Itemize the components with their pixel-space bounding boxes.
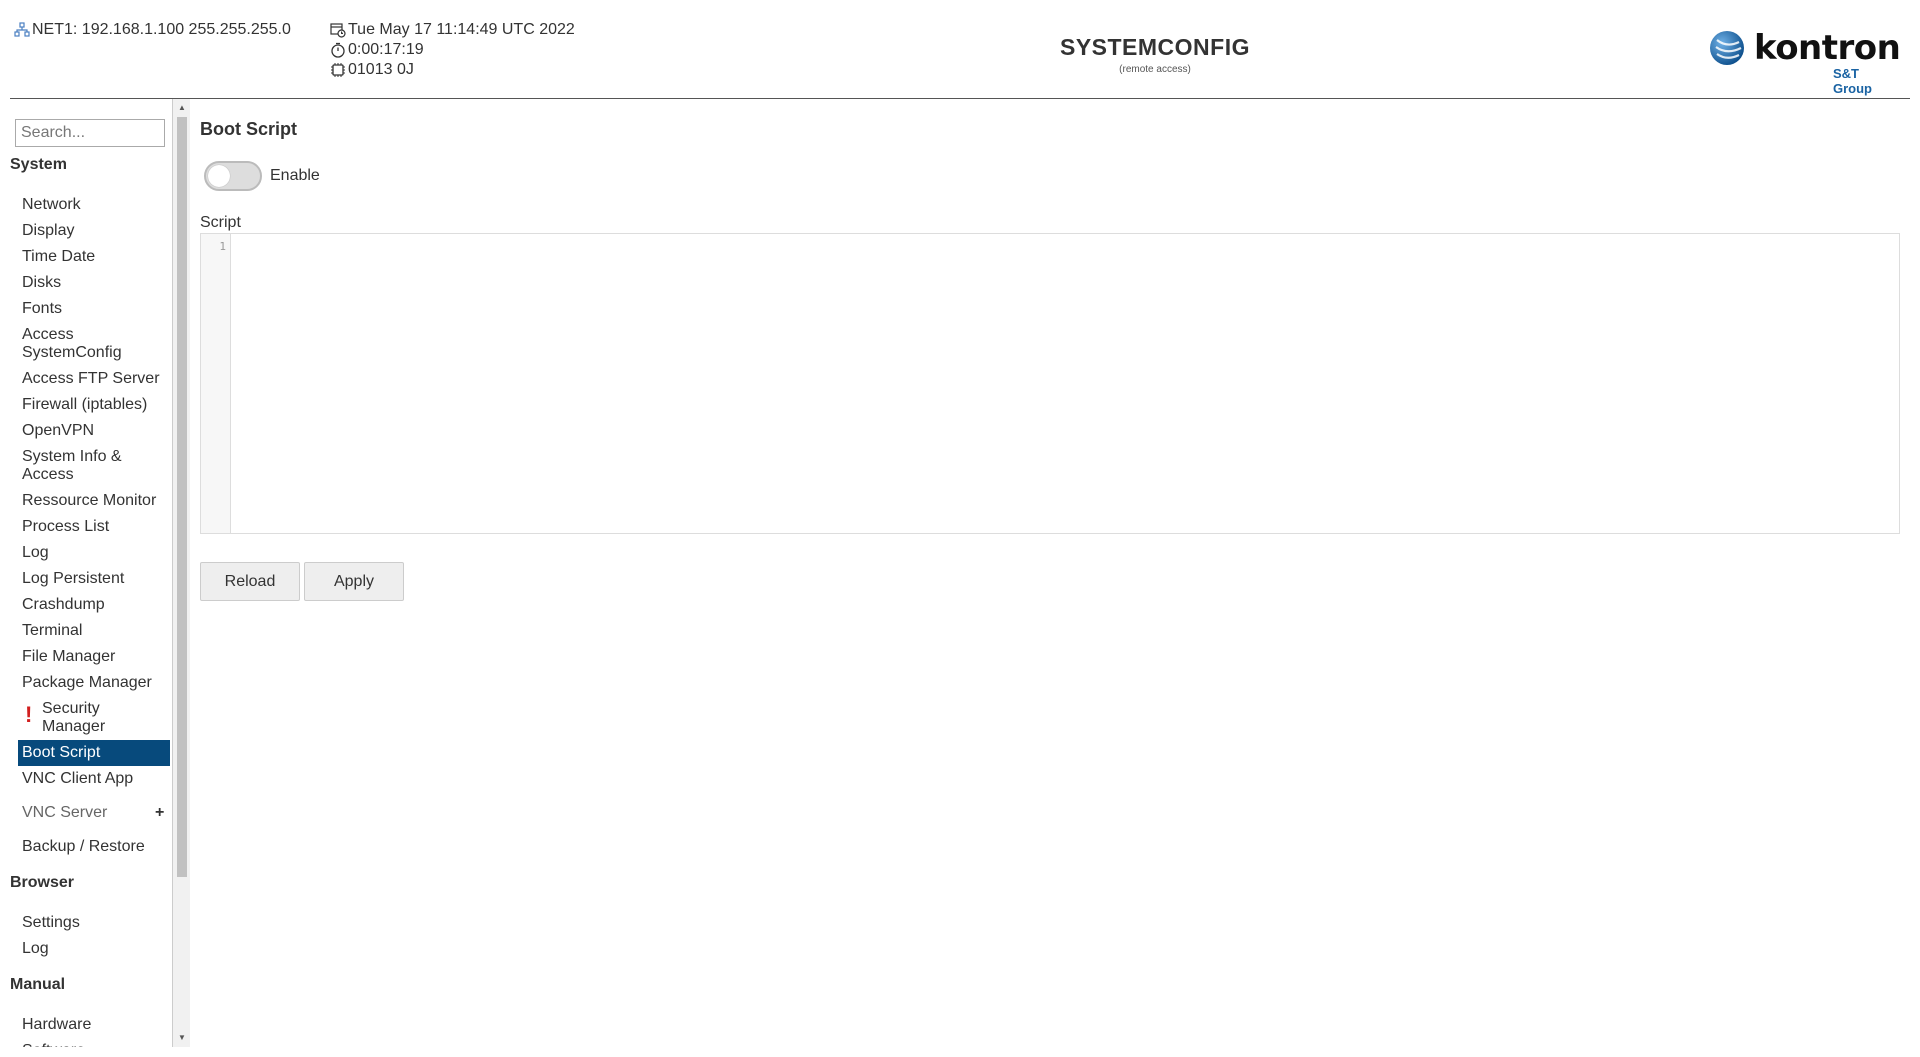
line-number: 1: [219, 240, 226, 253]
uptime-text: 0:00:17:19: [348, 41, 424, 58]
sidebar-item-browser-settings[interactable]: Settings: [18, 910, 170, 936]
kontron-logo: kontron S&T Group: [1709, 28, 1901, 96]
sidebar-item-vnc-client-app[interactable]: VNC Client App: [18, 766, 170, 792]
calendar-clock-icon: [330, 22, 346, 38]
sidebar-item-vnc-server[interactable]: VNC Server: [18, 800, 138, 826]
uptime-line: 0:00:17:19: [330, 40, 575, 60]
device-id-text: 01013 0J: [348, 61, 414, 78]
sidebar-item-security-manager[interactable]: Security Manager: [38, 696, 138, 740]
sidebar-item-file-manager[interactable]: File Manager: [18, 644, 170, 670]
app-subtitle: (remote access): [1119, 64, 1191, 75]
sidebar-item-backup-restore[interactable]: Backup / Restore: [18, 834, 170, 860]
main-content: Boot Script Enable Script 1 Reload Apply: [200, 99, 1910, 1047]
datetime-text: Tue May 17 11:14:49 UTC 2022: [348, 21, 575, 38]
sidebar-item-disks[interactable]: Disks: [18, 270, 170, 296]
sidebar-item-time-date[interactable]: Time Date: [18, 244, 170, 270]
enable-label: Enable: [270, 167, 320, 184]
enable-toggle[interactable]: [204, 161, 262, 191]
logo-sub: S&T Group: [1833, 66, 1872, 96]
sidebar-item-system-info[interactable]: System Info & Access: [18, 444, 136, 488]
sidebar-item-browser-log[interactable]: Log: [18, 936, 170, 962]
sidebar-item-network[interactable]: Network: [18, 192, 170, 218]
sidebar-scrollbar[interactable]: ▲ ▼: [172, 99, 190, 1047]
sidebar-item-hardware[interactable]: Hardware: [18, 1012, 170, 1038]
sidebar-item-ressource-monitor[interactable]: Ressource Monitor: [18, 488, 170, 514]
sidebar-item-access-systemconfig[interactable]: Access SystemConfig: [18, 322, 136, 366]
sidebar-item-access-ftp-server[interactable]: Access FTP Server: [18, 366, 170, 392]
warning-icon: !: [25, 702, 33, 727]
network-info-text: NET1: 192.168.1.100 255.255.255.0: [32, 21, 291, 38]
section-browser[interactable]: Browser: [10, 874, 74, 892]
script-editor[interactable]: 1: [200, 233, 1900, 534]
sidebar-item-log-persistent[interactable]: Log Persistent: [18, 566, 170, 592]
sidebar-item-process-list[interactable]: Process List: [18, 514, 170, 540]
sidebar-item-crashdump[interactable]: Crashdump: [18, 592, 170, 618]
apply-button[interactable]: Apply: [304, 562, 404, 601]
script-editor-area[interactable]: [232, 234, 1899, 533]
section-system[interactable]: System: [10, 156, 67, 174]
sidebar-item-boot-script[interactable]: Boot Script: [18, 740, 170, 766]
status-info: Tue May 17 11:14:49 UTC 2022 0:00:17:19 …: [330, 20, 575, 80]
toggle-knob: [208, 165, 230, 187]
logo-word: kontron: [1754, 28, 1901, 68]
section-manual[interactable]: Manual: [10, 976, 65, 994]
kontron-logo-mark-icon: [1710, 31, 1744, 65]
sidebar-item-openvpn[interactable]: OpenVPN: [18, 418, 170, 444]
datetime-line: Tue May 17 11:14:49 UTC 2022: [330, 20, 575, 40]
device-line: 01013 0J: [330, 60, 575, 80]
line-number-gutter: 1: [201, 234, 231, 533]
app-title: SYSTEMCONFIG: [1059, 34, 1250, 60]
stopwatch-icon: [330, 42, 346, 58]
scroll-thumb[interactable]: [177, 117, 187, 877]
scroll-down-icon[interactable]: ▼: [177, 1033, 187, 1043]
scroll-up-icon[interactable]: ▲: [177, 103, 187, 113]
header: NET1: 192.168.1.100 255.255.255.0 Tue Ma…: [0, 0, 1920, 99]
reload-button[interactable]: Reload: [200, 562, 300, 601]
page-title: Boot Script: [200, 119, 297, 139]
sidebar-item-log[interactable]: Log: [18, 540, 170, 566]
network-info: NET1: 192.168.1.100 255.255.255.0: [14, 20, 291, 40]
expand-plus-icon[interactable]: +: [155, 804, 164, 822]
sidebar-item-software[interactable]: Software: [18, 1038, 170, 1047]
chip-icon: [330, 62, 346, 78]
sidebar-item-terminal[interactable]: Terminal: [18, 618, 170, 644]
sidebar-item-firewall[interactable]: Firewall (iptables): [18, 392, 170, 418]
search-input[interactable]: [15, 119, 165, 147]
sidebar-item-fonts[interactable]: Fonts: [18, 296, 170, 322]
network-icon: [14, 22, 30, 38]
sidebar-item-package-manager[interactable]: Package Manager: [18, 670, 170, 696]
sidebar-item-display[interactable]: Display: [18, 218, 170, 244]
script-label: Script: [200, 214, 241, 231]
sidebar: System Network Display Time Date Disks F…: [10, 99, 172, 1047]
